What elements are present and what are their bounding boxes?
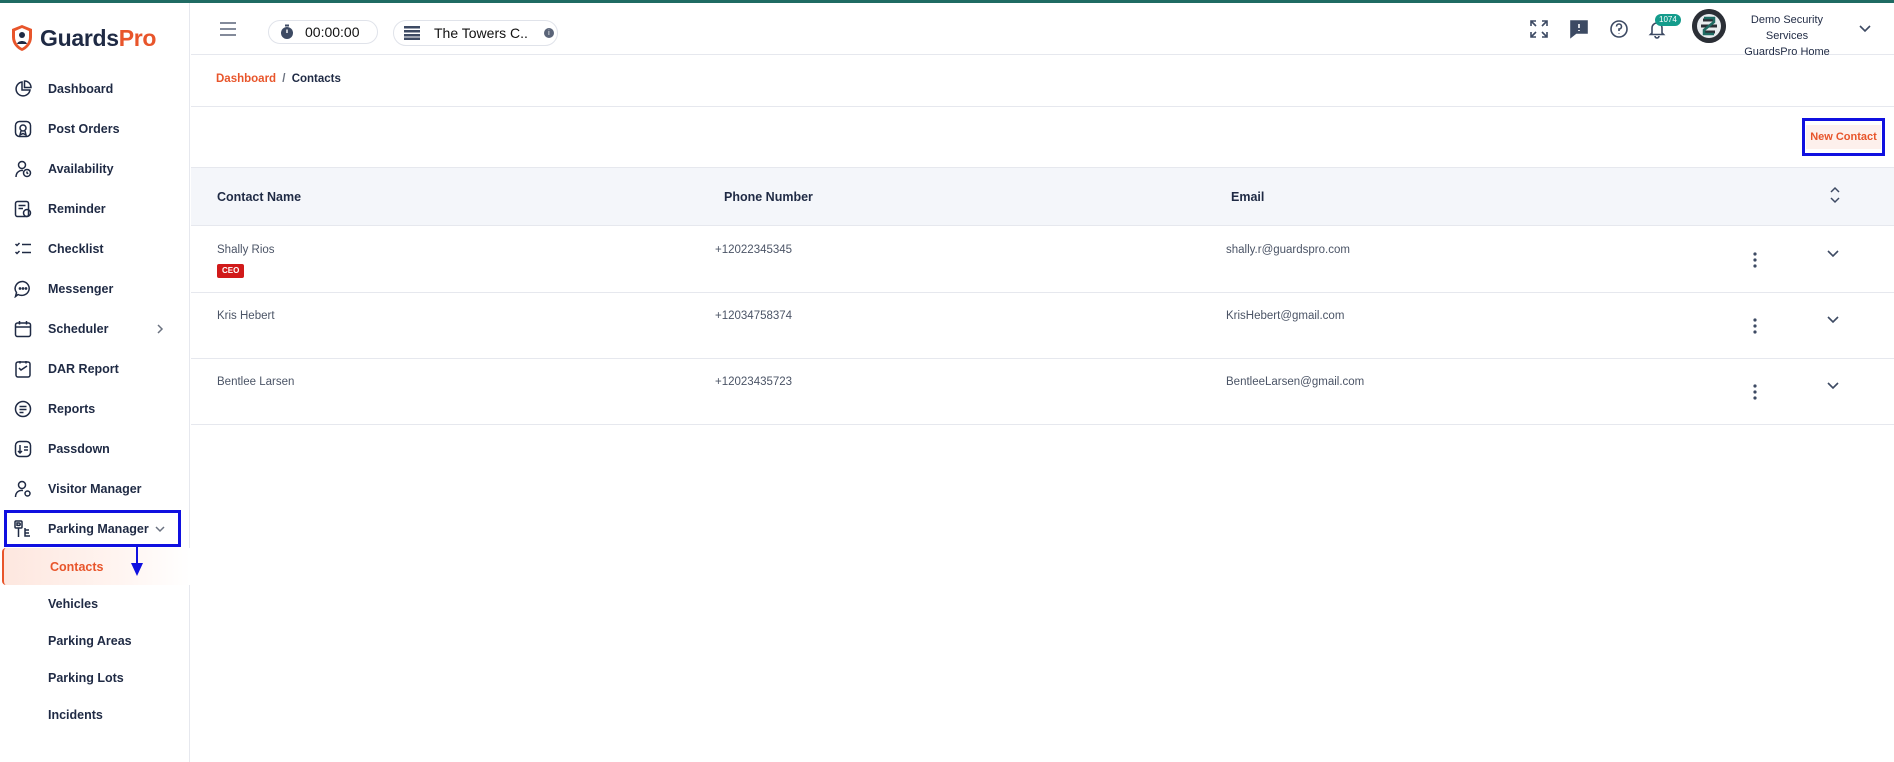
org-home: GuardsPro Home (1744, 46, 1830, 58)
contact-name: Shally Rios (217, 244, 275, 256)
sort-icon[interactable] (1829, 185, 1841, 205)
submenu-item-vehicles[interactable]: Vehicles (0, 585, 190, 622)
top-header: 00:00:00 The Towers C.. i 1074 Demo Secu… (191, 3, 1894, 58)
company-logo-icon (1692, 9, 1726, 43)
sidebar-item-reminder[interactable]: Reminder (0, 189, 190, 229)
site-selector[interactable]: The Towers C.. i (393, 20, 558, 46)
timer-value: 00:00:00 (305, 24, 360, 40)
hamburger-menu-icon[interactable] (219, 21, 237, 37)
breadcrumb-current: Contacts (291, 73, 341, 85)
notification-count-badge: 1074 (1655, 14, 1681, 26)
info-icon[interactable]: i (543, 28, 554, 38)
table-header: Contact Name Phone Number Email (191, 168, 1894, 226)
sidebar-item-reports[interactable]: Reports (0, 389, 190, 429)
parking-manager-highlight-box (4, 510, 181, 547)
phone-number: +12034758374 (715, 310, 793, 322)
report-icon (14, 360, 32, 378)
passdown-icon (14, 440, 32, 458)
table-row[interactable]: Bentlee Larsen +12023435723 BentleeLarse… (191, 359, 1894, 425)
sidebar-item-messenger[interactable]: Messenger (0, 269, 190, 309)
parking-submenu: Contacts Vehicles Parking Areas Parking … (0, 548, 190, 733)
building-list-icon (404, 26, 420, 40)
submenu-item-contacts[interactable]: Contacts (2, 548, 190, 585)
chat-bubble-icon (14, 280, 32, 298)
fullscreen-icon[interactable] (1529, 19, 1549, 39)
user-clock-icon (14, 160, 32, 178)
logo[interactable]: GuardsPro (10, 21, 156, 55)
expand-chevron-icon[interactable] (1825, 377, 1841, 393)
new-contact-highlight-box: New Contact (1802, 118, 1885, 156)
expand-chevron-icon[interactable] (1825, 245, 1841, 261)
reminder-icon (14, 200, 32, 218)
sidebar-nav: Dashboard Post Orders Availability Remin… (0, 69, 190, 549)
breadcrumb-separator: / (282, 73, 286, 85)
document-icon (14, 400, 32, 418)
expand-chevron-icon[interactable] (1825, 311, 1841, 327)
email: BentleeLarsen@gmail.com (1226, 376, 1365, 388)
phone-number: +12022345345 (715, 244, 793, 256)
new-contact-button[interactable]: New Contact (1806, 125, 1881, 149)
badge-icon (14, 120, 32, 138)
table-row[interactable]: Shally Rios CEO +12022345345 shally.r@gu… (191, 227, 1894, 293)
visitor-icon (14, 480, 32, 498)
role-badge: CEO (217, 264, 245, 278)
feedback-icon[interactable] (1569, 19, 1589, 39)
email: KrisHebert@gmail.com (1226, 310, 1345, 322)
sidebar-item-passdown[interactable]: Passdown (0, 429, 190, 469)
sidebar-item-dar-report[interactable]: DAR Report (0, 349, 190, 389)
email: shally.r@guardspro.com (1226, 244, 1350, 256)
shield-logo-icon (12, 25, 32, 51)
calendar-icon (14, 320, 32, 338)
column-header-phone-number[interactable]: Phone Number (724, 190, 813, 204)
more-options-icon[interactable] (1752, 383, 1758, 401)
chevron-right-icon (153, 322, 167, 336)
shift-timer[interactable]: 00:00:00 (268, 20, 378, 44)
sidebar-item-dashboard[interactable]: Dashboard (0, 69, 190, 109)
column-header-email[interactable]: Email (1231, 190, 1264, 204)
breadcrumb: Dashboard / Contacts (216, 73, 341, 85)
submenu-item-parking-areas[interactable]: Parking Areas (0, 622, 190, 659)
org-name: Demo Security Services (1750, 14, 1824, 42)
sidebar-item-availability[interactable]: Availability (0, 149, 190, 189)
sidebar-item-scheduler[interactable]: Scheduler (0, 309, 190, 349)
more-options-icon[interactable] (1752, 251, 1758, 269)
annotation-arrow-icon (131, 547, 143, 576)
pie-chart-icon (14, 80, 32, 98)
checklist-icon (14, 240, 32, 258)
content-toolbar (191, 106, 1894, 168)
phone-number: +12023435723 (715, 376, 793, 388)
avatar[interactable] (1692, 9, 1726, 43)
breadcrumb-home-link[interactable]: Dashboard (216, 73, 276, 85)
help-icon[interactable] (1609, 19, 1629, 39)
sidebar: GuardsPro Dashboard Post Orders Availabi… (0, 3, 190, 762)
logo-text: GuardsPro (40, 24, 157, 51)
sidebar-item-post-orders[interactable]: Post Orders (0, 109, 190, 149)
submenu-item-parking-lots[interactable]: Parking Lots (0, 659, 190, 696)
chevron-down-icon[interactable] (1858, 21, 1872, 35)
more-options-icon[interactable] (1752, 317, 1758, 335)
column-header-contact-name[interactable]: Contact Name (217, 190, 301, 204)
contact-name: Bentlee Larsen (217, 376, 295, 388)
sidebar-item-visitor-manager[interactable]: Visitor Manager (0, 469, 190, 509)
sidebar-item-checklist[interactable]: Checklist (0, 229, 190, 269)
site-name: The Towers C.. (434, 25, 528, 41)
organization-info[interactable]: Demo Security Services GuardsPro Home (1733, 12, 1841, 60)
contact-name: Kris Hebert (217, 310, 275, 322)
submenu-item-incidents[interactable]: Incidents (0, 696, 190, 733)
table-row[interactable]: Kris Hebert +12034758374 KrisHebert@gmai… (191, 293, 1894, 359)
stopwatch-icon (281, 24, 293, 39)
